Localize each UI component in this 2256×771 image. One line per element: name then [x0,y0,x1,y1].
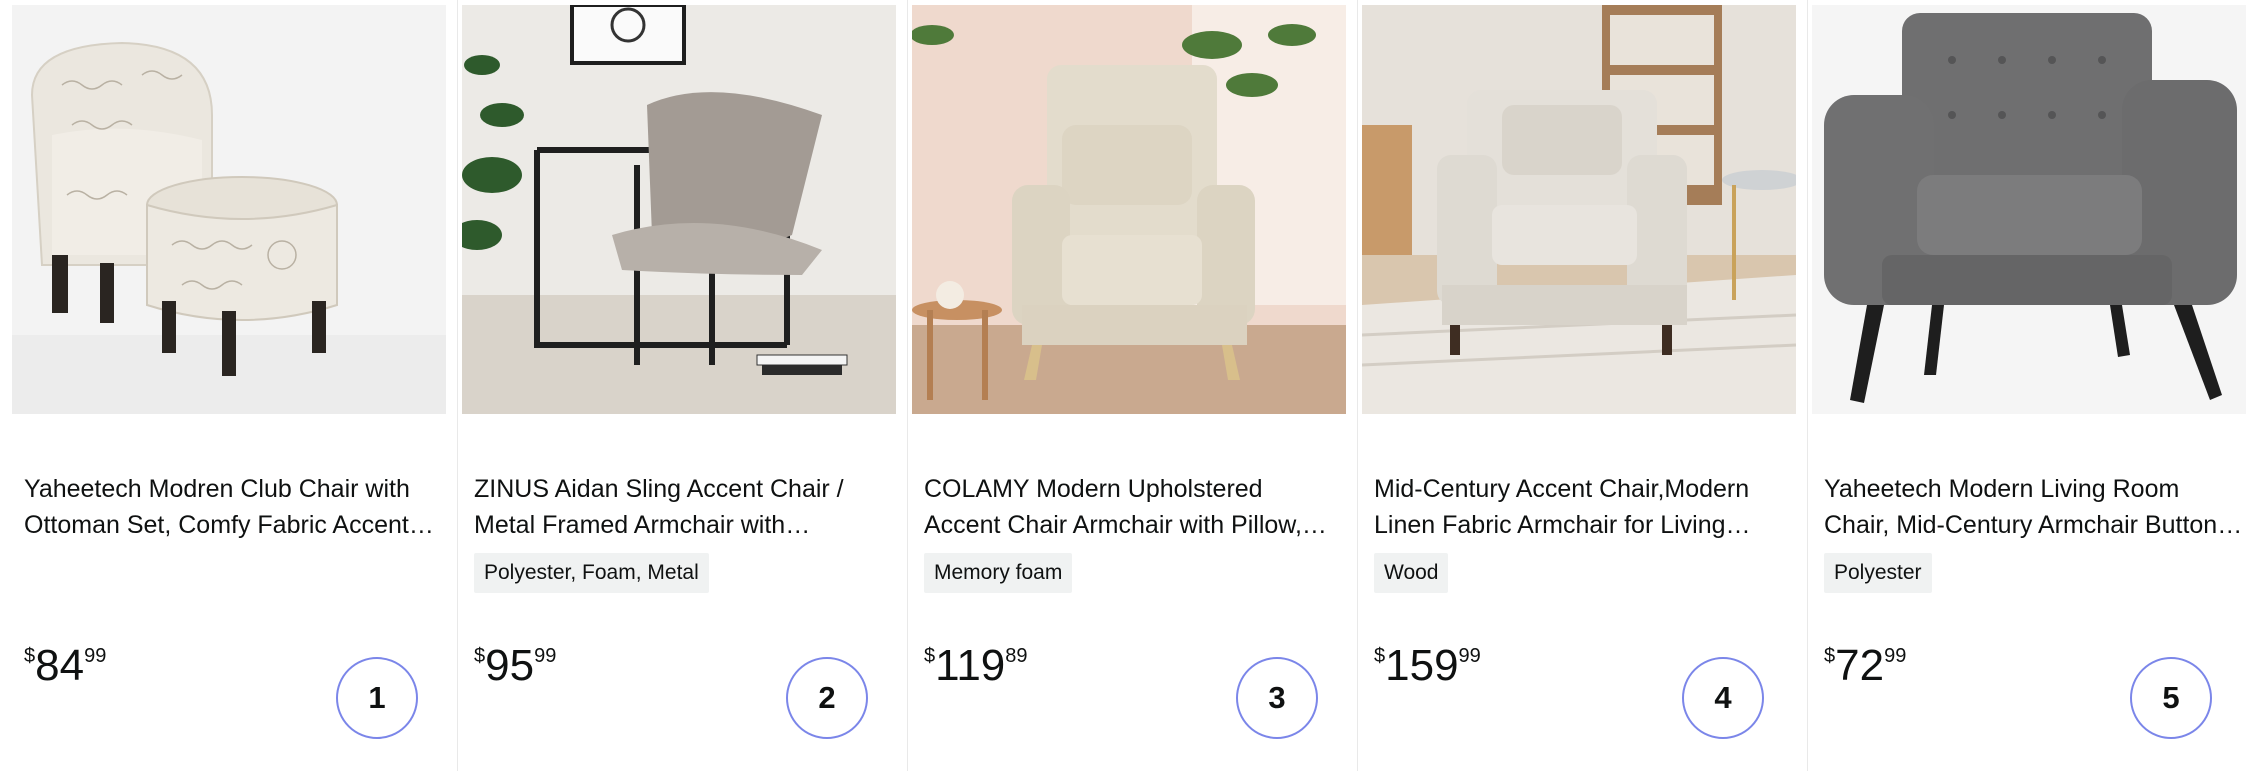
rank-badge: 2 [786,657,868,739]
price-fraction: 99 [84,645,107,667]
price-whole: 159 [1385,641,1459,690]
price-fraction: 89 [1005,645,1028,667]
product-image[interactable] [462,5,896,414]
product-card[interactable]: COLAMY Modern Upholstered Accent Chair A… [912,0,1358,771]
price-fraction: 99 [1884,645,1907,667]
product-price: $7299 [1824,640,1906,692]
price-currency: $ [1374,645,1386,667]
product-card[interactable]: Yaheetech Modren Club Chair with Ottoman… [12,0,458,771]
price-whole: 119 [935,641,1006,690]
price-currency: $ [24,645,36,667]
product-image[interactable] [12,5,446,414]
rank-badge: 1 [336,657,418,739]
product-image[interactable] [912,5,1346,414]
price-currency: $ [474,645,486,667]
product-price: $11989 [924,640,1028,692]
rank-badge: 3 [1236,657,1318,739]
price-fraction: 99 [1458,645,1481,667]
product-card[interactable]: ZINUS Aidan Sling Accent Chair / Metal F… [462,0,908,771]
product-title[interactable]: Yaheetech Modern Living Room Chair, Mid-… [1824,471,2244,543]
rank-badge: 4 [1682,657,1764,739]
product-title[interactable]: COLAMY Modern Upholstered Accent Chair A… [924,471,1344,543]
price-whole: 84 [35,641,85,690]
material-badge: Polyester, Foam, Metal [474,553,709,593]
product-image[interactable] [1362,5,1796,414]
price-fraction: 99 [534,645,557,667]
price-whole: 95 [485,641,535,690]
price-currency: $ [924,645,936,667]
product-price: $9599 [474,640,556,692]
material-badge: Memory foam [924,553,1073,593]
product-price: $15999 [1374,640,1481,692]
product-image[interactable] [1812,5,2246,414]
product-title[interactable]: Mid-Century Accent Chair,Modern Linen Fa… [1374,471,1794,543]
product-results-row: Yaheetech Modren Club Chair with Ottoman… [0,0,2256,771]
rank-badge: 5 [2130,657,2212,739]
price-whole: 72 [1835,641,1885,690]
material-badge: Polyester [1824,553,1932,593]
product-title[interactable]: Yaheetech Modren Club Chair with Ottoman… [24,471,444,543]
price-currency: $ [1824,645,1836,667]
product-card[interactable]: Mid-Century Accent Chair,Modern Linen Fa… [1362,0,1808,771]
product-title[interactable]: ZINUS Aidan Sling Accent Chair / Metal F… [474,471,894,543]
product-card[interactable]: Yaheetech Modern Living Room Chair, Mid-… [1812,0,2246,771]
product-price: $8499 [24,640,106,692]
material-badge: Wood [1374,553,1449,593]
